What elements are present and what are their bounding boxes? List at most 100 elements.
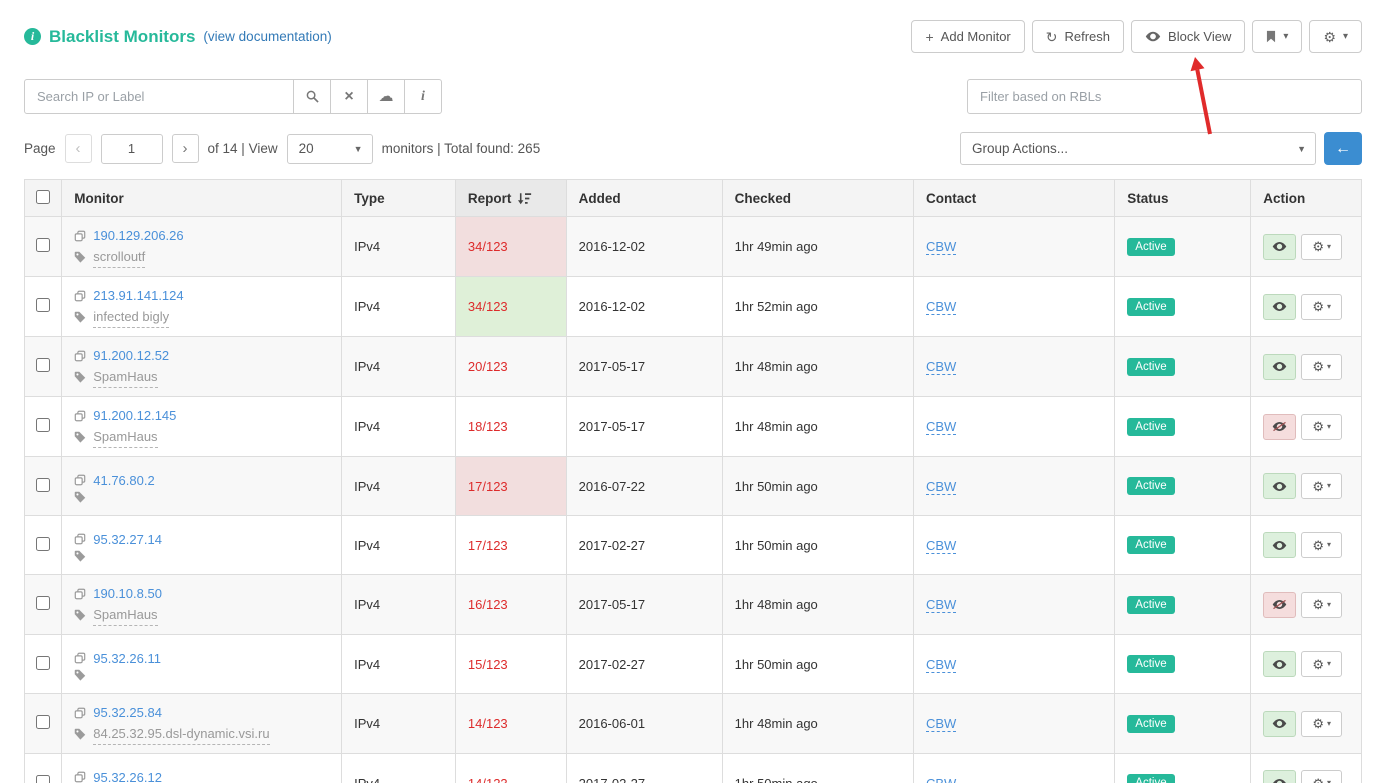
contact-link[interactable]: CBW: [926, 538, 956, 554]
report-value[interactable]: 15/123: [468, 657, 508, 672]
eye-button[interactable]: [1263, 414, 1296, 440]
eye-button[interactable]: [1263, 473, 1296, 499]
monitor-label[interactable]: SpamHaus: [93, 426, 157, 448]
contact-link[interactable]: CBW: [926, 239, 956, 255]
column-header-checked[interactable]: Checked: [722, 180, 913, 217]
row-checkbox[interactable]: [36, 596, 50, 610]
copy-icon[interactable]: [74, 290, 86, 302]
eye-button[interactable]: [1263, 711, 1296, 737]
row-settings-button[interactable]: ⚙ ▾: [1301, 294, 1342, 320]
eye-button[interactable]: [1263, 651, 1296, 677]
row-checkbox[interactable]: [36, 418, 50, 432]
row-checkbox[interactable]: [36, 478, 50, 492]
monitor-label[interactable]: scrolloutf: [93, 246, 145, 268]
contact-link[interactable]: CBW: [926, 299, 956, 315]
column-header-contact[interactable]: Contact: [913, 180, 1114, 217]
column-header-report[interactable]: Report: [455, 180, 566, 217]
report-value[interactable]: 34/123: [468, 299, 508, 314]
monitor-ip-link[interactable]: 190.129.206.26: [93, 225, 183, 246]
row-settings-button[interactable]: ⚙ ▾: [1301, 651, 1342, 677]
monitor-label[interactable]: SpamHaus: [93, 366, 157, 388]
collapse-panel-button[interactable]: ←: [1324, 132, 1362, 165]
copy-icon[interactable]: [74, 771, 86, 783]
row-settings-button[interactable]: ⚙ ▾: [1301, 532, 1342, 558]
row-checkbox[interactable]: [36, 298, 50, 312]
monitor-ip-link[interactable]: 95.32.27.14: [93, 529, 162, 550]
row-checkbox[interactable]: [36, 775, 50, 783]
eye-button[interactable]: [1263, 234, 1296, 260]
copy-icon[interactable]: [74, 410, 86, 422]
contact-link[interactable]: CBW: [926, 359, 956, 375]
row-checkbox[interactable]: [36, 238, 50, 252]
report-value[interactable]: 16/123: [468, 597, 508, 612]
monitor-label[interactable]: 84.25.32.95.dsl-dynamic.vsi.ru: [93, 723, 269, 745]
report-value[interactable]: 34/123: [468, 239, 508, 254]
rbl-filter-input[interactable]: [967, 79, 1362, 114]
next-page-button[interactable]: ›: [172, 134, 199, 163]
monitor-label[interactable]: SpamHaus: [93, 604, 157, 626]
row-checkbox[interactable]: [36, 537, 50, 551]
row-settings-button[interactable]: ⚙ ▾: [1301, 592, 1342, 618]
report-value[interactable]: 17/123: [468, 538, 508, 553]
settings-button[interactable]: ⚙ ▾: [1309, 20, 1362, 53]
eye-button[interactable]: [1263, 354, 1296, 380]
group-actions-select[interactable]: Group Actions... ▼: [960, 132, 1316, 165]
monitor-ip-link[interactable]: 41.76.80.2: [93, 470, 154, 491]
column-header-monitor[interactable]: Monitor: [62, 180, 342, 217]
report-value[interactable]: 18/123: [468, 419, 508, 434]
row-settings-button[interactable]: ⚙ ▾: [1301, 414, 1342, 440]
contact-link[interactable]: CBW: [926, 479, 956, 495]
monitor-ip-link[interactable]: 95.32.26.11: [93, 648, 161, 669]
copy-icon[interactable]: [74, 533, 86, 545]
eye-button[interactable]: [1263, 770, 1296, 783]
search-button[interactable]: [293, 79, 331, 114]
monitor-ip-link[interactable]: 213.91.141.124: [93, 285, 183, 306]
report-value[interactable]: 17/123: [468, 479, 508, 494]
clear-search-button[interactable]: ×: [330, 79, 368, 114]
select-all-checkbox[interactable]: [36, 190, 50, 204]
contact-link[interactable]: CBW: [926, 597, 956, 613]
monitor-ip-link[interactable]: 91.200.12.145: [93, 405, 176, 426]
contact-link[interactable]: CBW: [926, 419, 956, 435]
copy-icon[interactable]: [74, 230, 86, 242]
report-value[interactable]: 20/123: [468, 359, 508, 374]
report-value[interactable]: 14/123: [468, 716, 508, 731]
refresh-button[interactable]: ↻ Refresh: [1032, 20, 1124, 53]
row-checkbox[interactable]: [36, 715, 50, 729]
add-monitor-button[interactable]: + Add Monitor: [911, 20, 1024, 53]
row-settings-button[interactable]: ⚙ ▾: [1301, 473, 1342, 499]
eye-button[interactable]: [1263, 532, 1296, 558]
column-header-added[interactable]: Added: [566, 180, 722, 217]
column-header-type[interactable]: Type: [342, 180, 456, 217]
monitor-ip-link[interactable]: 95.32.26.12: [93, 767, 162, 783]
row-settings-button[interactable]: ⚙ ▾: [1301, 234, 1342, 260]
row-checkbox[interactable]: [36, 358, 50, 372]
search-input[interactable]: [24, 79, 294, 114]
monitor-ip-link[interactable]: 95.32.25.84: [93, 702, 162, 723]
eye-button[interactable]: [1263, 294, 1296, 320]
copy-icon[interactable]: [74, 474, 86, 486]
column-header-status[interactable]: Status: [1115, 180, 1251, 217]
copy-icon[interactable]: [74, 350, 86, 362]
eye-button[interactable]: [1263, 592, 1296, 618]
bookmark-button[interactable]: ▾: [1252, 20, 1302, 53]
report-value[interactable]: 14/123: [468, 776, 508, 783]
monitor-label[interactable]: infected bigly: [93, 306, 169, 328]
monitor-ip-link[interactable]: 190.10.8.50: [93, 583, 162, 604]
page-number-input[interactable]: [101, 134, 163, 164]
row-checkbox[interactable]: [36, 656, 50, 670]
row-settings-button[interactable]: ⚙ ▾: [1301, 770, 1342, 783]
row-settings-button[interactable]: ⚙ ▾: [1301, 354, 1342, 380]
contact-link[interactable]: CBW: [926, 716, 956, 732]
cloud-button[interactable]: ☁: [367, 79, 405, 114]
view-documentation-link[interactable]: (view documentation): [203, 29, 331, 44]
previous-page-button[interactable]: ‹: [65, 134, 92, 163]
row-settings-button[interactable]: ⚙ ▾: [1301, 711, 1342, 737]
contact-link[interactable]: CBW: [926, 776, 956, 783]
per-page-select[interactable]: 20 ▼: [287, 134, 373, 164]
block-view-button[interactable]: Block View: [1131, 20, 1245, 53]
contact-link[interactable]: CBW: [926, 657, 956, 673]
copy-icon[interactable]: [74, 652, 86, 664]
copy-icon[interactable]: [74, 588, 86, 600]
search-info-button[interactable]: i: [404, 79, 442, 114]
